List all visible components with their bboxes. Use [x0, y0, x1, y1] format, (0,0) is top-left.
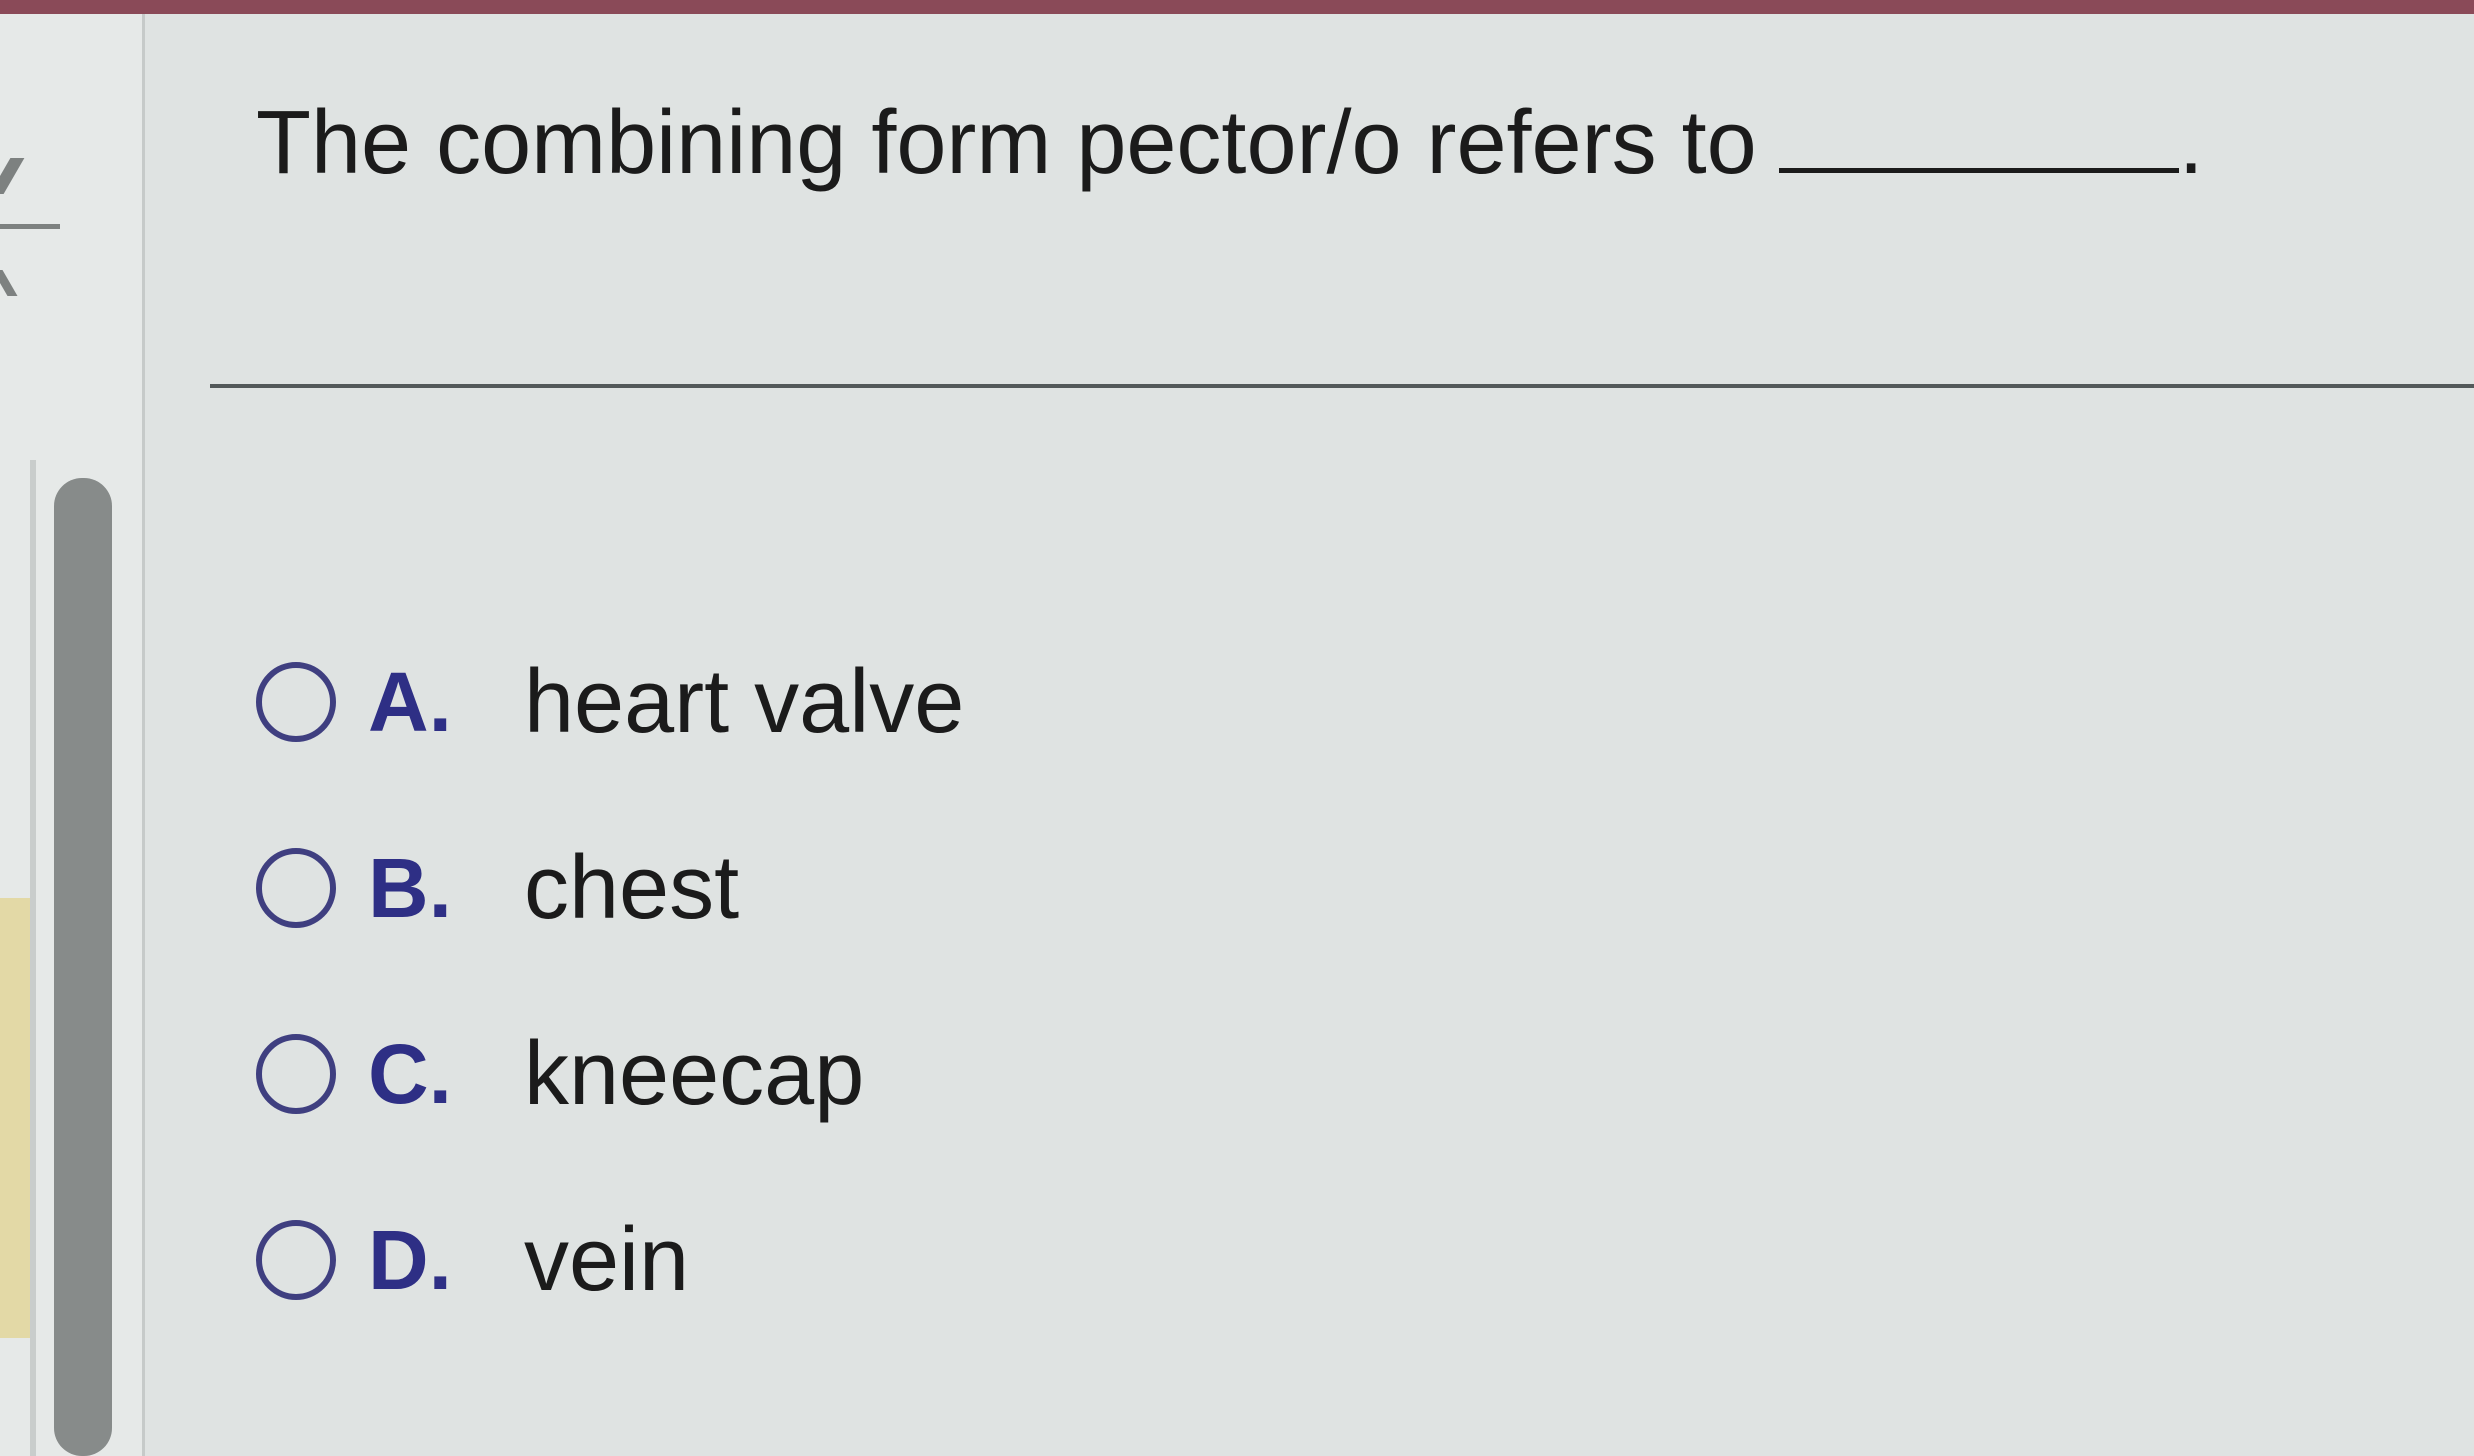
option-text-b: chest — [524, 837, 740, 938]
radio-button-d[interactable] — [256, 1220, 336, 1300]
option-letter-d: D. — [368, 1212, 452, 1307]
scrollbar-track[interactable] — [30, 460, 36, 1456]
option-text-d: vein — [524, 1209, 690, 1310]
option-a[interactable]: A. heart valve — [256, 652, 1456, 752]
option-letter-b: B. — [368, 840, 452, 935]
radio-button-a[interactable] — [256, 662, 336, 742]
option-text-a: heart valve — [524, 651, 965, 752]
option-letter-c: C. — [368, 1026, 452, 1121]
answer-blank — [1778, 90, 2179, 173]
scrollbar-thumb[interactable] — [54, 478, 112, 1456]
radio-button-c[interactable] — [256, 1034, 336, 1114]
option-text-c: kneecap — [524, 1023, 865, 1124]
option-b[interactable]: B. chest — [256, 838, 1456, 938]
question-text: The combining form pector/o refers to — [256, 93, 1757, 193]
question-end-punctuation: . — [2178, 93, 2204, 193]
option-d[interactable]: D. vein — [256, 1210, 1456, 1310]
option-c[interactable]: C. kneecap — [256, 1024, 1456, 1124]
option-letter-a: A. — [368, 654, 452, 749]
question-prompt: The combining form pector/o refers to. — [256, 88, 2204, 198]
radio-button-b[interactable] — [256, 848, 336, 928]
left-panel-dash — [0, 224, 60, 229]
window-top-bar — [0, 0, 2474, 14]
question-divider — [210, 384, 2474, 388]
left-highlight — [0, 898, 30, 1338]
